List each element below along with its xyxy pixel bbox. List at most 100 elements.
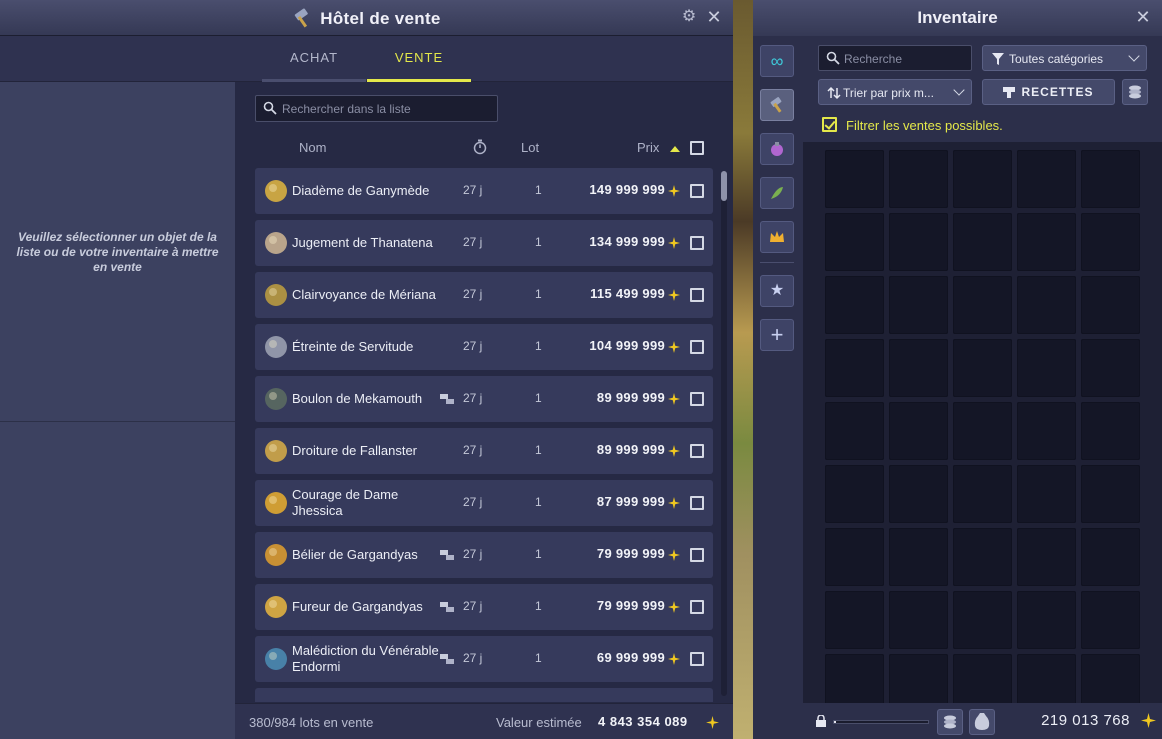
inventory-slot[interactable]	[953, 465, 1012, 523]
kama-icon	[668, 393, 680, 405]
table-row[interactable]: Diadème de Ganymède 27 j 1 149 999 999	[255, 168, 713, 214]
inventory-slot[interactable]	[1081, 591, 1140, 649]
inventory-slot[interactable]	[825, 402, 884, 460]
inventory-slot[interactable]	[1017, 591, 1076, 649]
row-checkbox[interactable]	[690, 340, 704, 354]
table-row[interactable]	[255, 688, 713, 702]
row-checkbox[interactable]	[690, 548, 704, 562]
table-row[interactable]: Clairvoyance de Mériana 27 j 1 115 499 999	[255, 272, 713, 318]
inventory-slot[interactable]	[825, 591, 884, 649]
item-price: 69 999 999	[596, 650, 665, 665]
category-all-button[interactable]: ∞	[760, 45, 794, 77]
inventory-slot[interactable]	[1081, 150, 1140, 208]
inventory-slot[interactable]	[1017, 402, 1076, 460]
filter-sales-checkbox[interactable]	[822, 117, 837, 132]
column-header-prix[interactable]: Prix	[637, 140, 659, 155]
gear-icon[interactable]: ⚙	[681, 9, 697, 25]
list-scrollbar[interactable]	[721, 171, 727, 696]
inventory-slot[interactable]	[825, 213, 884, 271]
tab-achat[interactable]: ACHAT	[262, 36, 366, 82]
inventory-slot[interactable]	[1081, 465, 1140, 523]
inventory-titlebar[interactable]: Inventaire ✕	[753, 0, 1162, 36]
inventory-slot[interactable]	[889, 276, 948, 334]
close-icon[interactable]: ✕	[1134, 8, 1152, 26]
inventory-slot[interactable]	[1017, 528, 1076, 586]
category-crown-button[interactable]	[760, 221, 794, 253]
inventory-slot[interactable]	[1081, 528, 1140, 586]
inventory-slot[interactable]	[889, 591, 948, 649]
inventory-slot[interactable]	[825, 150, 884, 208]
inventory-slot[interactable]	[1081, 213, 1140, 271]
coins-button[interactable]	[1122, 79, 1148, 105]
row-checkbox[interactable]	[690, 652, 704, 666]
inventory-slot[interactable]	[1017, 465, 1076, 523]
auction-house-titlebar[interactable]: Hôtel de vente ⚙ ✕	[0, 0, 733, 36]
inventory-slot[interactable]	[1017, 276, 1076, 334]
boulder-icon	[265, 388, 287, 410]
list-search-input[interactable]: Rechercher dans la liste	[255, 95, 498, 122]
stopwatch-icon[interactable]	[473, 139, 487, 155]
inventory-slot[interactable]	[953, 339, 1012, 397]
inventory-slot[interactable]	[1017, 150, 1076, 208]
select-all-checkbox[interactable]	[690, 141, 704, 155]
inventory-slot[interactable]	[1081, 339, 1140, 397]
table-row[interactable]: Droiture de Fallanster 27 j 1 89 999 999	[255, 428, 713, 474]
recipes-button[interactable]: RECETTES	[982, 79, 1115, 105]
tab-vente[interactable]: VENTE	[367, 36, 471, 82]
table-row[interactable]: Boulon de Mekamouth 27 j 1 89 999 999	[255, 376, 713, 422]
row-checkbox[interactable]	[690, 236, 704, 250]
inventory-slot[interactable]	[1081, 276, 1140, 334]
inventory-slot[interactable]	[889, 213, 948, 271]
sales-footer: 380/984 lots en vente Valeur estimée 4 8…	[235, 703, 733, 739]
inventory-slot[interactable]	[889, 150, 948, 208]
table-row[interactable]: Jugement de Thanatena 27 j 1 134 999 999	[255, 220, 713, 266]
column-header-nom[interactable]: Nom	[299, 140, 326, 155]
category-favorites-button[interactable]: ★	[760, 275, 794, 307]
sort-dropdown[interactable]: Trier par prix m...	[818, 79, 972, 105]
inventory-slot[interactable]	[953, 213, 1012, 271]
category-equipment-button[interactable]	[760, 89, 794, 121]
category-resource-button[interactable]	[760, 177, 794, 209]
column-header-lot[interactable]: Lot	[521, 140, 539, 155]
inventory-slot[interactable]	[825, 528, 884, 586]
row-checkbox[interactable]	[690, 444, 704, 458]
item-name: Droiture de Fallanster	[292, 443, 417, 458]
table-row[interactable]: Étreinte de Servitude 27 j 1 104 999 999	[255, 324, 713, 370]
row-checkbox[interactable]	[690, 184, 704, 198]
inventory-slot[interactable]	[953, 591, 1012, 649]
item-name: Diadème de Ganymède	[292, 183, 430, 198]
bag-button[interactable]	[969, 709, 995, 735]
inventory-slot[interactable]	[953, 276, 1012, 334]
inventory-slot[interactable]	[953, 150, 1012, 208]
inventory-slot[interactable]	[1017, 213, 1076, 271]
inventory-slot[interactable]	[825, 465, 884, 523]
inventory-search-input[interactable]: Recherche	[818, 45, 972, 71]
row-checkbox[interactable]	[690, 288, 704, 302]
inventory-slot[interactable]	[1081, 402, 1140, 460]
inventory-slot[interactable]	[825, 339, 884, 397]
inventory-slot[interactable]	[953, 528, 1012, 586]
inventory-slot[interactable]	[889, 528, 948, 586]
close-icon[interactable]: ✕	[705, 8, 723, 26]
bag-icon	[974, 713, 990, 730]
scrollbar-thumb[interactable]	[721, 171, 727, 201]
inventory-slot[interactable]	[1017, 339, 1076, 397]
table-row[interactable]: Bélier de Gargandyas 27 j 1 79 999 999	[255, 532, 713, 578]
row-checkbox[interactable]	[690, 600, 704, 614]
inventory-slot[interactable]	[953, 402, 1012, 460]
inventory-slot[interactable]	[889, 339, 948, 397]
row-checkbox[interactable]	[690, 496, 704, 510]
inventory-slot[interactable]	[889, 402, 948, 460]
table-row[interactable]: Courage de Dame Jhessica 27 j 1 87 999 999	[255, 480, 713, 526]
add-category-button[interactable]: +	[760, 319, 794, 351]
filter-sales-label[interactable]: Filtrer les ventes possibles.	[846, 118, 1003, 133]
inventory-slot[interactable]	[889, 465, 948, 523]
table-row[interactable]: Fureur de Gargandyas 27 j 1 79 999 999	[255, 584, 713, 630]
exchange-icon	[440, 654, 454, 664]
bank-button[interactable]	[937, 709, 963, 735]
row-checkbox[interactable]	[690, 392, 704, 406]
table-row[interactable]: Malédiction du Vénérable Endormi 27 j 1 69 …	[255, 636, 713, 682]
category-consumable-button[interactable]	[760, 133, 794, 165]
category-dropdown[interactable]: Toutes catégories	[982, 45, 1147, 71]
inventory-slot[interactable]	[825, 276, 884, 334]
